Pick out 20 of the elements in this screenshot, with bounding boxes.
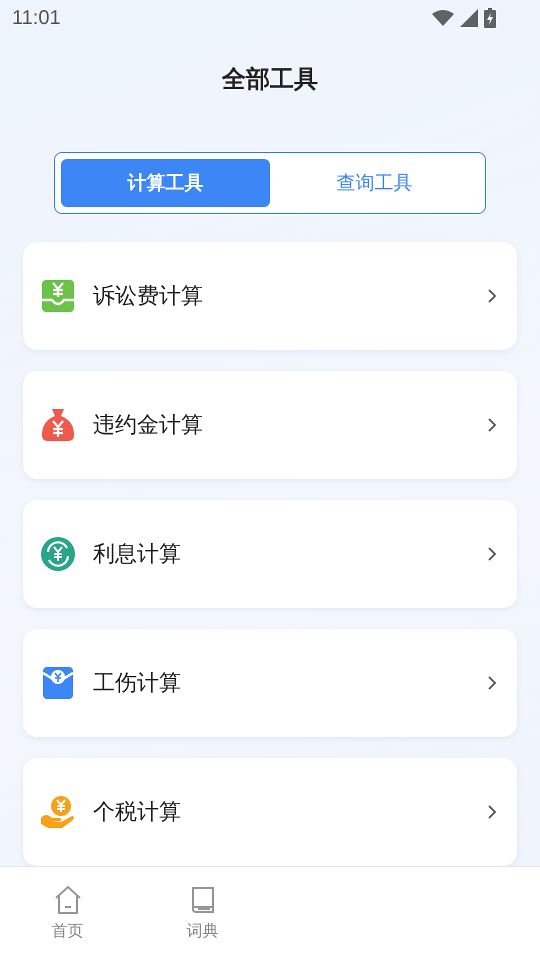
- tool-card[interactable]: 利息计算: [23, 500, 517, 608]
- nav-item[interactable]: 首页: [0, 867, 135, 960]
- tab[interactable]: 查询工具: [270, 159, 479, 207]
- signal-icon: [460, 9, 478, 27]
- chevron-right-icon: [487, 804, 497, 820]
- home-icon: [52, 885, 82, 915]
- chevron-right-icon: [487, 675, 497, 691]
- status-time: 11:01: [12, 6, 61, 30]
- tool-card[interactable]: 诉讼费计算: [23, 242, 517, 350]
- page-title: 全部工具: [220, 64, 319, 95]
- tool-card[interactable]: 个税计算: [23, 758, 517, 866]
- nav-item[interactable]: 词典: [135, 867, 270, 960]
- chevron-right-icon: [487, 417, 497, 433]
- chevron-right-icon: [487, 288, 497, 304]
- battery-icon: [484, 8, 496, 28]
- wifi-icon: [432, 10, 454, 26]
- tab[interactable]: 计算工具: [61, 159, 270, 207]
- tool-card[interactable]: 工伤计算: [23, 629, 517, 737]
- chevron-right-icon: [487, 546, 497, 562]
- tool-card[interactable]: 违约金计算: [23, 371, 517, 479]
